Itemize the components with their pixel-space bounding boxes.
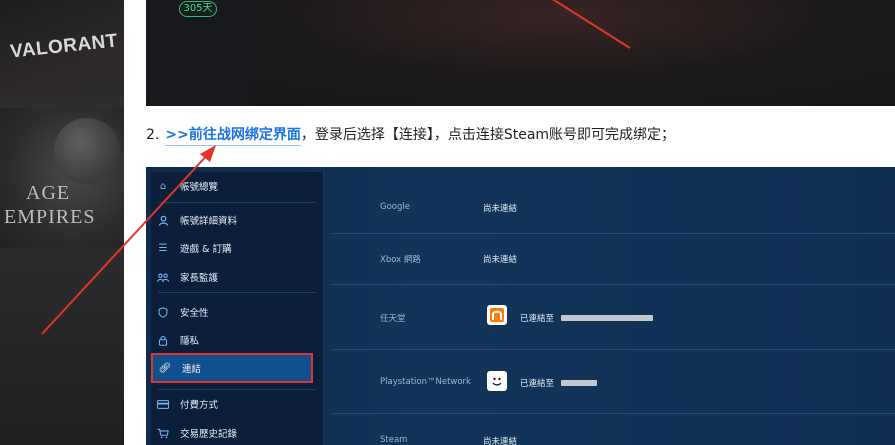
annotation-arrows — [41, 145, 298, 362]
placeholder-line — [162, 360, 298, 362]
arrow-to-link — [41, 151, 211, 335]
